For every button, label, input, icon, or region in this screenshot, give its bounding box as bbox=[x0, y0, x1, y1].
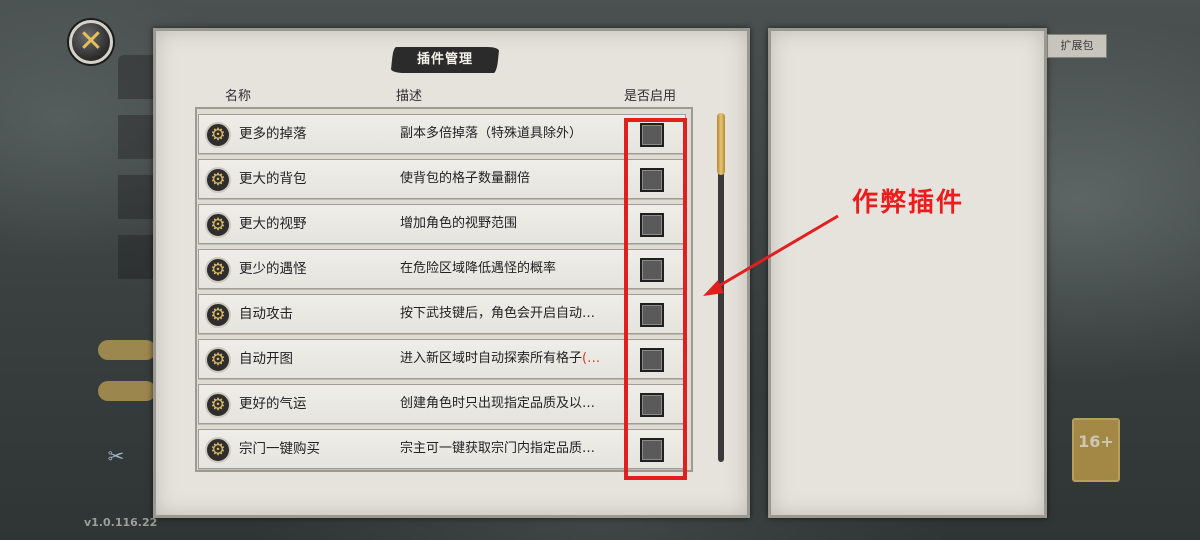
annotation-label: 作弊插件 bbox=[852, 188, 965, 218]
annotation-arrow bbox=[703, 214, 839, 296]
